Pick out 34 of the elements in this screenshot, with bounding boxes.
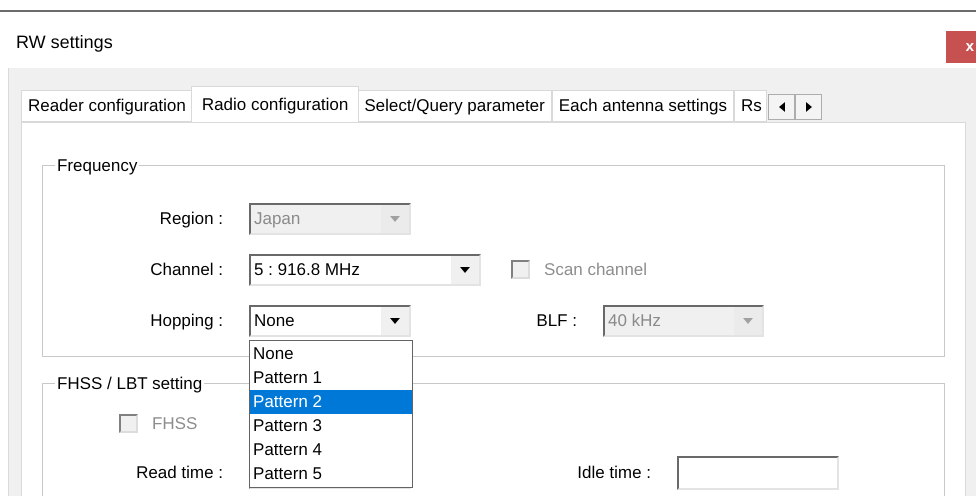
scroll-left-button[interactable] <box>768 94 796 120</box>
dropdown-arrow-icon <box>743 318 753 324</box>
field-label: BLF : <box>535 310 577 332</box>
field-label: Read time : <box>135 462 223 484</box>
dropdown-arrow-icon <box>460 266 470 272</box>
scroll-right-button[interactable] <box>795 94 822 120</box>
window-title: RW settings <box>15 30 113 54</box>
group-title: Frequency <box>56 155 138 177</box>
dropdown-option[interactable]: Pattern 5 <box>250 462 412 486</box>
dropdown-option[interactable]: Pattern 1 <box>250 366 412 390</box>
field-label: Idle time : <box>576 462 651 484</box>
dropdown-option[interactable]: Pattern 2 <box>250 390 412 414</box>
field-label: Channel : <box>149 258 223 281</box>
tab[interactable]: Reader configuration <box>21 90 193 122</box>
tab[interactable]: Select/Query parameter <box>357 90 552 122</box>
left-triangle-icon <box>778 102 785 112</box>
field-label: Region : <box>158 208 223 230</box>
tab[interactable]: Rs <box>734 90 768 122</box>
dropdown-option[interactable]: None <box>250 342 412 366</box>
tab[interactable]: Radio configuration <box>190 86 360 122</box>
field-label: Hopping : <box>149 310 223 332</box>
checkbox-label: FHSS <box>152 412 198 434</box>
dropdown-field[interactable]: None <box>249 304 411 336</box>
dropdown-arrow-icon <box>390 318 400 324</box>
input-field[interactable] <box>677 456 839 490</box>
right-triangle-icon <box>806 102 812 112</box>
checkbox-label: Scan channel <box>544 258 648 281</box>
close-button[interactable]: x <box>946 31 976 63</box>
dropdown-field[interactable]: 5 : 916.8 MHz <box>249 254 481 286</box>
group-title: FHSS / LBT setting <box>56 373 204 395</box>
dropdown-arrow-icon <box>390 216 400 222</box>
tab[interactable]: Each antenna settings <box>552 90 734 122</box>
dropdown-option[interactable]: Pattern 3 <box>250 414 412 438</box>
dropdown-option[interactable]: Pattern 4 <box>250 438 412 462</box>
